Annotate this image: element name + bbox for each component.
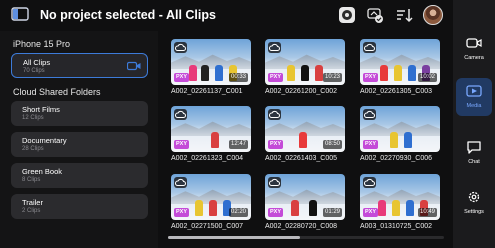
- folder-name: Short Films: [22, 105, 60, 114]
- folder-name: Documentary: [22, 136, 67, 145]
- nav-label: Media: [466, 103, 482, 109]
- clip-thumbnail[interactable]: PXY: [360, 106, 440, 152]
- nav-label: Chat: [468, 159, 480, 165]
- cloud-icon: [363, 177, 376, 188]
- settings-icon: [468, 191, 480, 203]
- right-nav: Camera Media Chat Settings: [453, 0, 495, 248]
- clip-name: A002_02270930_C006: [360, 155, 433, 162]
- proxy-badge: PXY: [363, 73, 378, 82]
- aperture-icon[interactable]: [338, 6, 356, 24]
- folder-count: 8 Clips: [22, 177, 41, 183]
- shared-section-title: Cloud Shared Folders: [13, 87, 101, 97]
- clip-thumbnail[interactable]: PXY 10:23: [265, 39, 345, 85]
- cloud-icon: [268, 42, 281, 53]
- clip-thumbnail[interactable]: PXY 08:50: [265, 106, 345, 152]
- folder-count: 70 Clips: [23, 68, 45, 74]
- folder-sidebar: iPhone 15 Pro All Clips 70 Clips Cloud S…: [0, 31, 158, 248]
- proxy-badge: PXY: [363, 208, 378, 217]
- cloud-icon: [363, 109, 376, 120]
- sidebar-toggle-icon[interactable]: [11, 7, 29, 21]
- nav-label: Settings: [464, 209, 484, 215]
- clip-thumbnail[interactable]: PXY 01:29: [265, 174, 345, 220]
- horizontal-scrollbar[interactable]: [168, 236, 444, 239]
- clip-duration: 12:47: [228, 140, 248, 149]
- clip-duration: 08:50: [322, 140, 342, 149]
- sort-icon[interactable]: [395, 6, 413, 24]
- clip-grid: PXY 00:33 A002_02261137_C001 PXY 10:23 A…: [158, 31, 453, 248]
- clip-name: A002_02271500_C007: [171, 223, 244, 230]
- cloud-icon: [363, 42, 376, 53]
- avatar[interactable]: [423, 5, 443, 25]
- clip-name: A002_02261200_C002: [265, 88, 338, 95]
- folder-short-films[interactable]: Short Films 12 Clips: [11, 101, 148, 126]
- clip-thumbnail[interactable]: PXY 10:02: [360, 39, 440, 85]
- page-title: No project selected - All Clips: [40, 8, 216, 22]
- proxy-badge: PXY: [268, 208, 283, 217]
- clip-name: A002_02261137_C001: [171, 88, 243, 95]
- cloud-icon: [174, 42, 187, 53]
- folder-count: 12 Clips: [22, 115, 44, 121]
- clip-name: A002_02261323_C004: [171, 155, 244, 162]
- clip-name: A003_01310725_C002: [360, 223, 433, 230]
- cloud-sync-icon[interactable]: [366, 6, 384, 24]
- nav-media[interactable]: Media: [456, 78, 492, 116]
- proxy-badge: PXY: [174, 208, 189, 217]
- cloud-icon: [174, 109, 187, 120]
- chat-icon: [467, 141, 481, 154]
- clip-duration: 10:23: [322, 73, 342, 82]
- folder-name: All Clips: [23, 58, 51, 67]
- clip-thumbnail[interactable]: PXY 12:47: [171, 106, 251, 152]
- clip-duration: 10:49: [417, 208, 437, 217]
- clip-thumbnail[interactable]: PXY 10:49: [360, 174, 440, 220]
- clip-name: A002_02261305_C003: [360, 88, 433, 95]
- clip-duration: 10:02: [417, 73, 437, 82]
- folder-count: 28 Clips: [22, 146, 44, 152]
- proxy-badge: PXY: [268, 140, 283, 149]
- clip-thumbnail[interactable]: PXY 00:33: [171, 39, 251, 85]
- nav-label: Camera: [464, 55, 484, 61]
- folder-count: 2 Clips: [22, 208, 41, 214]
- nav-chat[interactable]: Chat: [456, 134, 492, 172]
- folder-documentary[interactable]: Documentary 28 Clips: [11, 132, 148, 157]
- device-section-title: iPhone 15 Pro: [13, 39, 71, 49]
- nav-settings[interactable]: Settings: [456, 184, 492, 222]
- folder-name: Green Book: [22, 167, 63, 176]
- proxy-badge: PXY: [268, 73, 283, 82]
- proxy-badge: PXY: [363, 140, 378, 149]
- clip-thumbnail[interactable]: PXY 02:20: [171, 174, 251, 220]
- nav-camera[interactable]: Camera: [456, 30, 492, 68]
- folder-trailer[interactable]: Trailer 2 Clips: [11, 194, 148, 219]
- scrollbar-thumb[interactable]: [168, 236, 300, 239]
- cloud-icon: [268, 177, 281, 188]
- cloud-icon: [268, 109, 281, 120]
- clip-name: A002_02280720_C008: [265, 223, 338, 230]
- clip-duration: 00:33: [228, 73, 248, 82]
- folder-green-book[interactable]: Green Book 8 Clips: [11, 163, 148, 188]
- folder-all-clips[interactable]: All Clips 70 Clips: [11, 53, 148, 78]
- video-camera-icon: [127, 61, 141, 71]
- top-bar: No project selected - All Clips: [0, 0, 453, 31]
- folder-name: Trailer: [22, 198, 43, 207]
- media-icon: [466, 85, 482, 97]
- clip-duration: 02:20: [228, 208, 248, 217]
- clip-name: A002_02261403_C005: [265, 155, 338, 162]
- proxy-badge: PXY: [174, 73, 189, 82]
- clip-duration: 01:29: [322, 208, 342, 217]
- camera-icon: [466, 38, 482, 48]
- cloud-icon: [174, 177, 187, 188]
- proxy-badge: PXY: [174, 140, 189, 149]
